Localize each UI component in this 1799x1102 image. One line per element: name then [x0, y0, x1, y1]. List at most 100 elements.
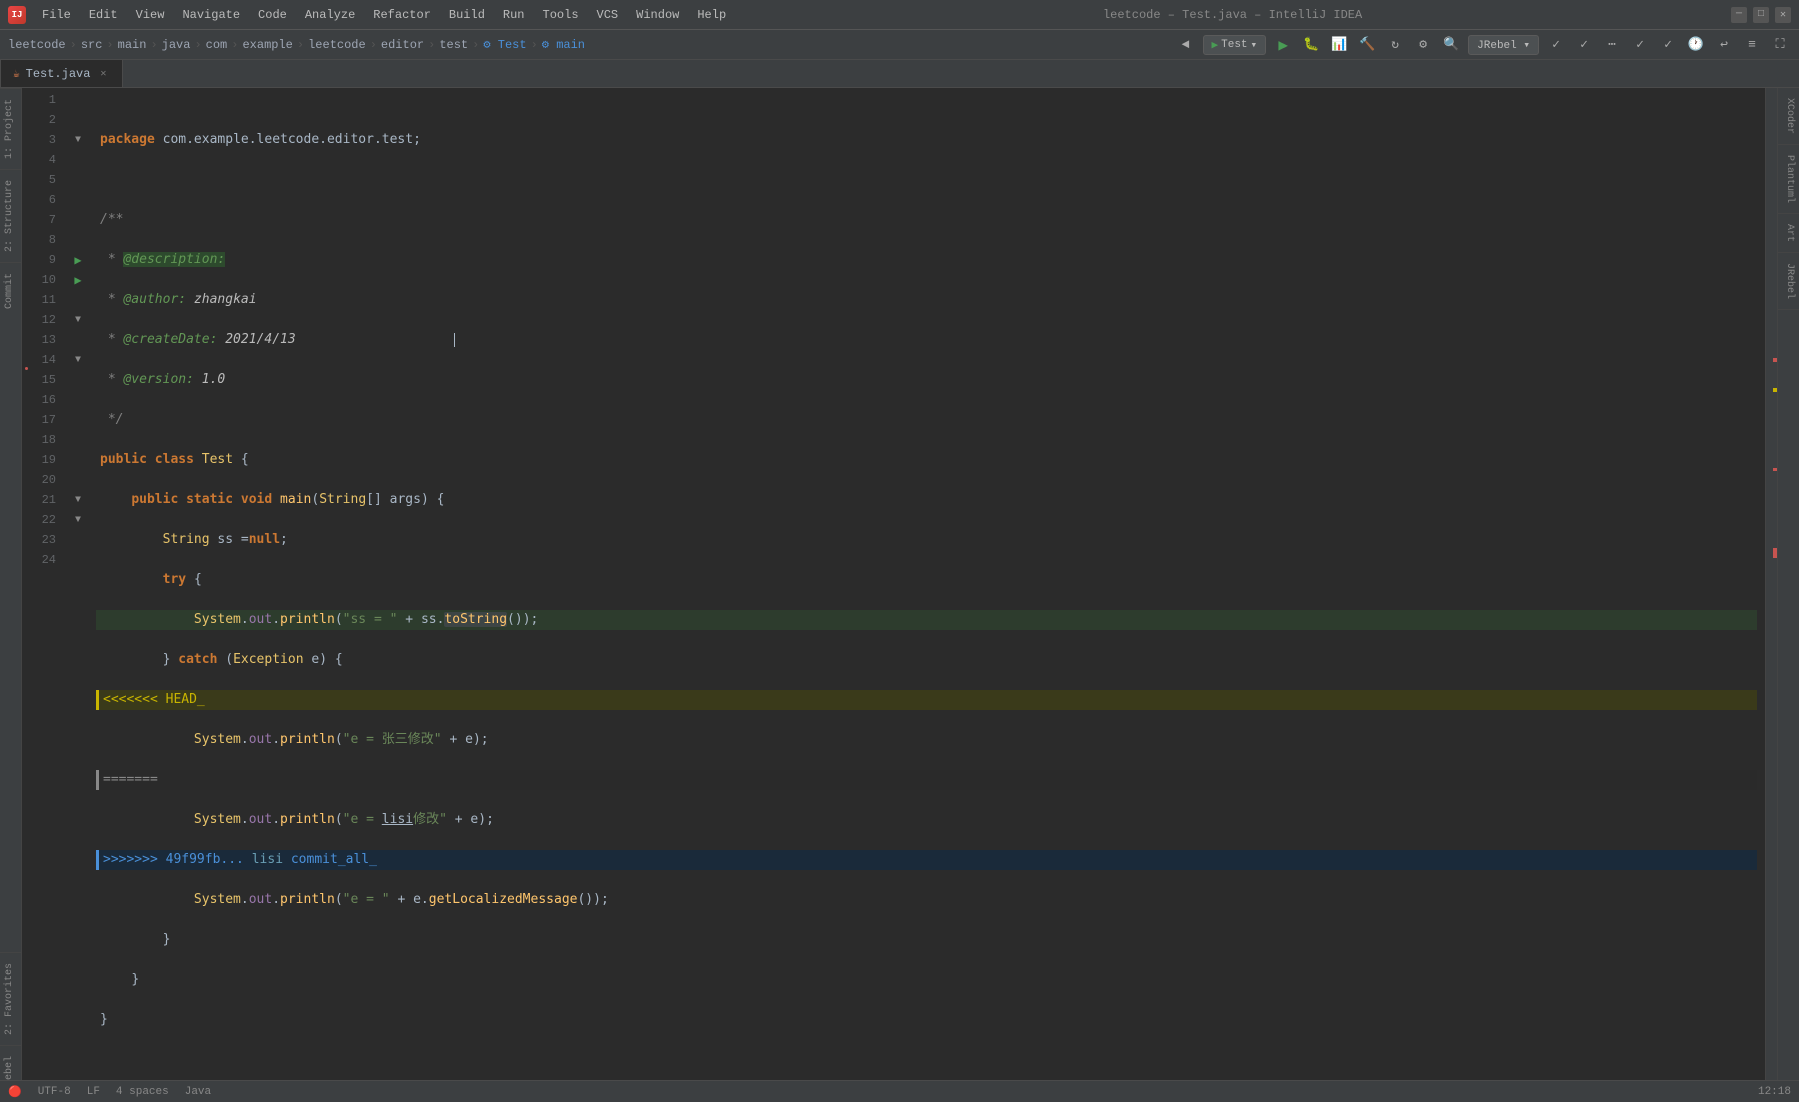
code-line-19: >>>>>>> 49f99fb... lisi commit_all_ [96, 850, 1757, 870]
code-line-10: public static void main(String[] args) { [96, 490, 1757, 510]
menu-help[interactable]: Help [689, 6, 734, 24]
menu-file[interactable]: File [34, 6, 79, 24]
code-line-24 [96, 1050, 1757, 1070]
breadcrumb-test[interactable]: test [439, 38, 468, 52]
code-line-7: * @version: 1.0 [96, 370, 1757, 390]
code-line-9: public class Test { [96, 450, 1757, 470]
minimize-button[interactable]: ─ [1731, 7, 1747, 23]
right-tab-art[interactable]: Art [1778, 214, 1799, 253]
code-line-12: try { [96, 570, 1757, 590]
run-icon-9[interactable]: ▶ [74, 253, 81, 268]
build-button[interactable]: 🔨 [1356, 34, 1378, 56]
breadcrumb-com[interactable]: com [206, 38, 228, 52]
check-in-button[interactable]: ✓ [1545, 34, 1567, 56]
fold-icon-21[interactable]: ▼ [75, 495, 81, 506]
close-button[interactable]: ✕ [1775, 7, 1791, 23]
title-bar: IJ File Edit View Navigate Code Analyze … [0, 0, 1799, 30]
menu-window[interactable]: Window [628, 6, 687, 24]
code-line-1: package com.example.leetcode.editor.test… [96, 130, 1757, 150]
line-numbers: 1 2 3 4 5 6 7 8 9 10 11 12 13 14 15 16 1… [28, 88, 68, 1102]
menu-bar: File Edit View Navigate Code Analyze Ref… [34, 6, 734, 24]
breadcrumb-main[interactable]: main [118, 38, 147, 52]
breadcrumb-leetcode[interactable]: leetcode [8, 38, 66, 52]
right-tab-jrebel[interactable]: JRebel [1778, 253, 1799, 310]
code-editor[interactable]: package com.example.leetcode.editor.test… [88, 88, 1765, 1102]
settings-icon[interactable]: ⚙ [1412, 34, 1434, 56]
tab-testjava[interactable]: ☕ Test.java ✕ [0, 59, 123, 87]
sidebar-tab-structure[interactable]: 2: Structure [0, 169, 21, 262]
run-button[interactable]: ▶ [1272, 34, 1294, 56]
status-indent[interactable]: 4 spaces [116, 1086, 169, 1098]
commit-button[interactable]: ✓ [1629, 34, 1651, 56]
code-line-4: * @description: [96, 250, 1757, 270]
breadcrumb-main-method[interactable]: ⚙ main [542, 37, 585, 52]
sidebar-tab-project[interactable]: 1: Project [0, 88, 21, 169]
java-file-icon: ☕ [13, 67, 20, 81]
code-line-21: } [96, 930, 1757, 950]
status-language[interactable]: Java [185, 1086, 211, 1098]
tab-close-button[interactable]: ✕ [96, 67, 110, 81]
sidebar-tab-commit[interactable]: Commit [0, 262, 21, 319]
breadcrumb-src[interactable]: src [81, 38, 103, 52]
code-line-5: * @author: zhangkai [96, 290, 1757, 310]
menu-edit[interactable]: Edit [81, 6, 126, 24]
menu-run[interactable]: Run [495, 6, 533, 24]
main-layout: 1: Project 2: Structure Commit 2: Favori… [0, 88, 1799, 1102]
debug-button[interactable]: 🐛 [1300, 34, 1322, 56]
scrollbar[interactable] [1765, 88, 1777, 1102]
history-button[interactable]: 🕐 [1685, 34, 1707, 56]
code-line-18: System.out.println("e = lisi修改" + e); [96, 810, 1757, 830]
search-icon[interactable]: 🔍 [1440, 34, 1462, 56]
menu-analyze[interactable]: Analyze [297, 6, 363, 24]
right-tab-xcoder[interactable]: XCoder [1778, 88, 1799, 145]
breadcrumb-test-class[interactable]: ⚙ Test [483, 37, 526, 52]
full-screen-button[interactable]: ⛶ [1769, 34, 1791, 56]
fold-icon-22[interactable]: ▼ [75, 515, 81, 526]
run-config-button[interactable]: ▶ Test ▾ [1203, 35, 1267, 55]
menu-build[interactable]: Build [441, 6, 493, 24]
menu-navigate[interactable]: Navigate [174, 6, 248, 24]
menu-code[interactable]: Code [250, 6, 295, 24]
code-line-3: /** [96, 210, 1757, 230]
code-line-23: } [96, 1010, 1757, 1030]
code-line-14: } catch (Exception e) { [96, 650, 1757, 670]
fold-icon-12[interactable]: ▼ [75, 315, 81, 326]
status-cursor-pos: 12:18 [1758, 1086, 1791, 1098]
breadcrumb-editor[interactable]: editor [381, 38, 424, 52]
code-line-17: ======= [96, 770, 1757, 790]
jrebel-button[interactable]: JRebel ▾ [1468, 35, 1539, 55]
coverage-button[interactable]: 📊 [1328, 34, 1350, 56]
check-out-button[interactable]: ✓ [1573, 34, 1595, 56]
right-tab-plantuml[interactable]: Plantuml [1778, 145, 1799, 214]
breadcrumb-leetcode2[interactable]: leetcode [308, 38, 366, 52]
rollback-button[interactable]: ↩ [1713, 34, 1735, 56]
status-line-ending[interactable]: LF [87, 1086, 100, 1098]
code-line-2 [96, 170, 1757, 190]
fold-icon-14[interactable]: ▼ [75, 355, 81, 366]
left-sidebar-tabs: 1: Project 2: Structure Commit 2: Favori… [0, 88, 22, 1102]
error-marker-1 [25, 367, 28, 370]
fold-icon-3[interactable]: ▼ [75, 135, 81, 146]
code-line-6: * @createDate: 2021/4/13 [96, 330, 1757, 350]
right-sidebar-tabs: XCoder Plantuml Art JRebel [1777, 88, 1799, 1102]
menu-view[interactable]: View [128, 6, 173, 24]
window-controls: ─ □ ✕ [1731, 7, 1791, 23]
status-encoding[interactable]: UTF-8 [38, 1086, 71, 1098]
push-button[interactable]: ✓ [1657, 34, 1679, 56]
sidebar-tab-favorites[interactable]: 2: Favorites [0, 952, 21, 1045]
menu-vcs[interactable]: VCS [589, 6, 627, 24]
breadcrumb-example[interactable]: example [242, 38, 292, 52]
back-button[interactable]: ◄ [1175, 34, 1197, 56]
more-button[interactable]: ⋯ [1601, 34, 1623, 56]
run-icon-10[interactable]: ▶ [74, 273, 81, 288]
breadcrumb-java[interactable]: java [162, 38, 191, 52]
toolbar: leetcode › src › main › java › com › exa… [0, 30, 1799, 60]
vcs-annotate-button[interactable]: ≡ [1741, 34, 1763, 56]
menu-tools[interactable]: Tools [535, 6, 587, 24]
menu-refactor[interactable]: Refactor [365, 6, 439, 24]
reload-button[interactable]: ↻ [1384, 34, 1406, 56]
code-line-16: System.out.println("e = 张三修改" + e); [96, 730, 1757, 750]
maximize-button[interactable]: □ [1753, 7, 1769, 23]
code-line-8: */ [96, 410, 1757, 430]
error-scroll-marker-3 [1773, 548, 1777, 558]
